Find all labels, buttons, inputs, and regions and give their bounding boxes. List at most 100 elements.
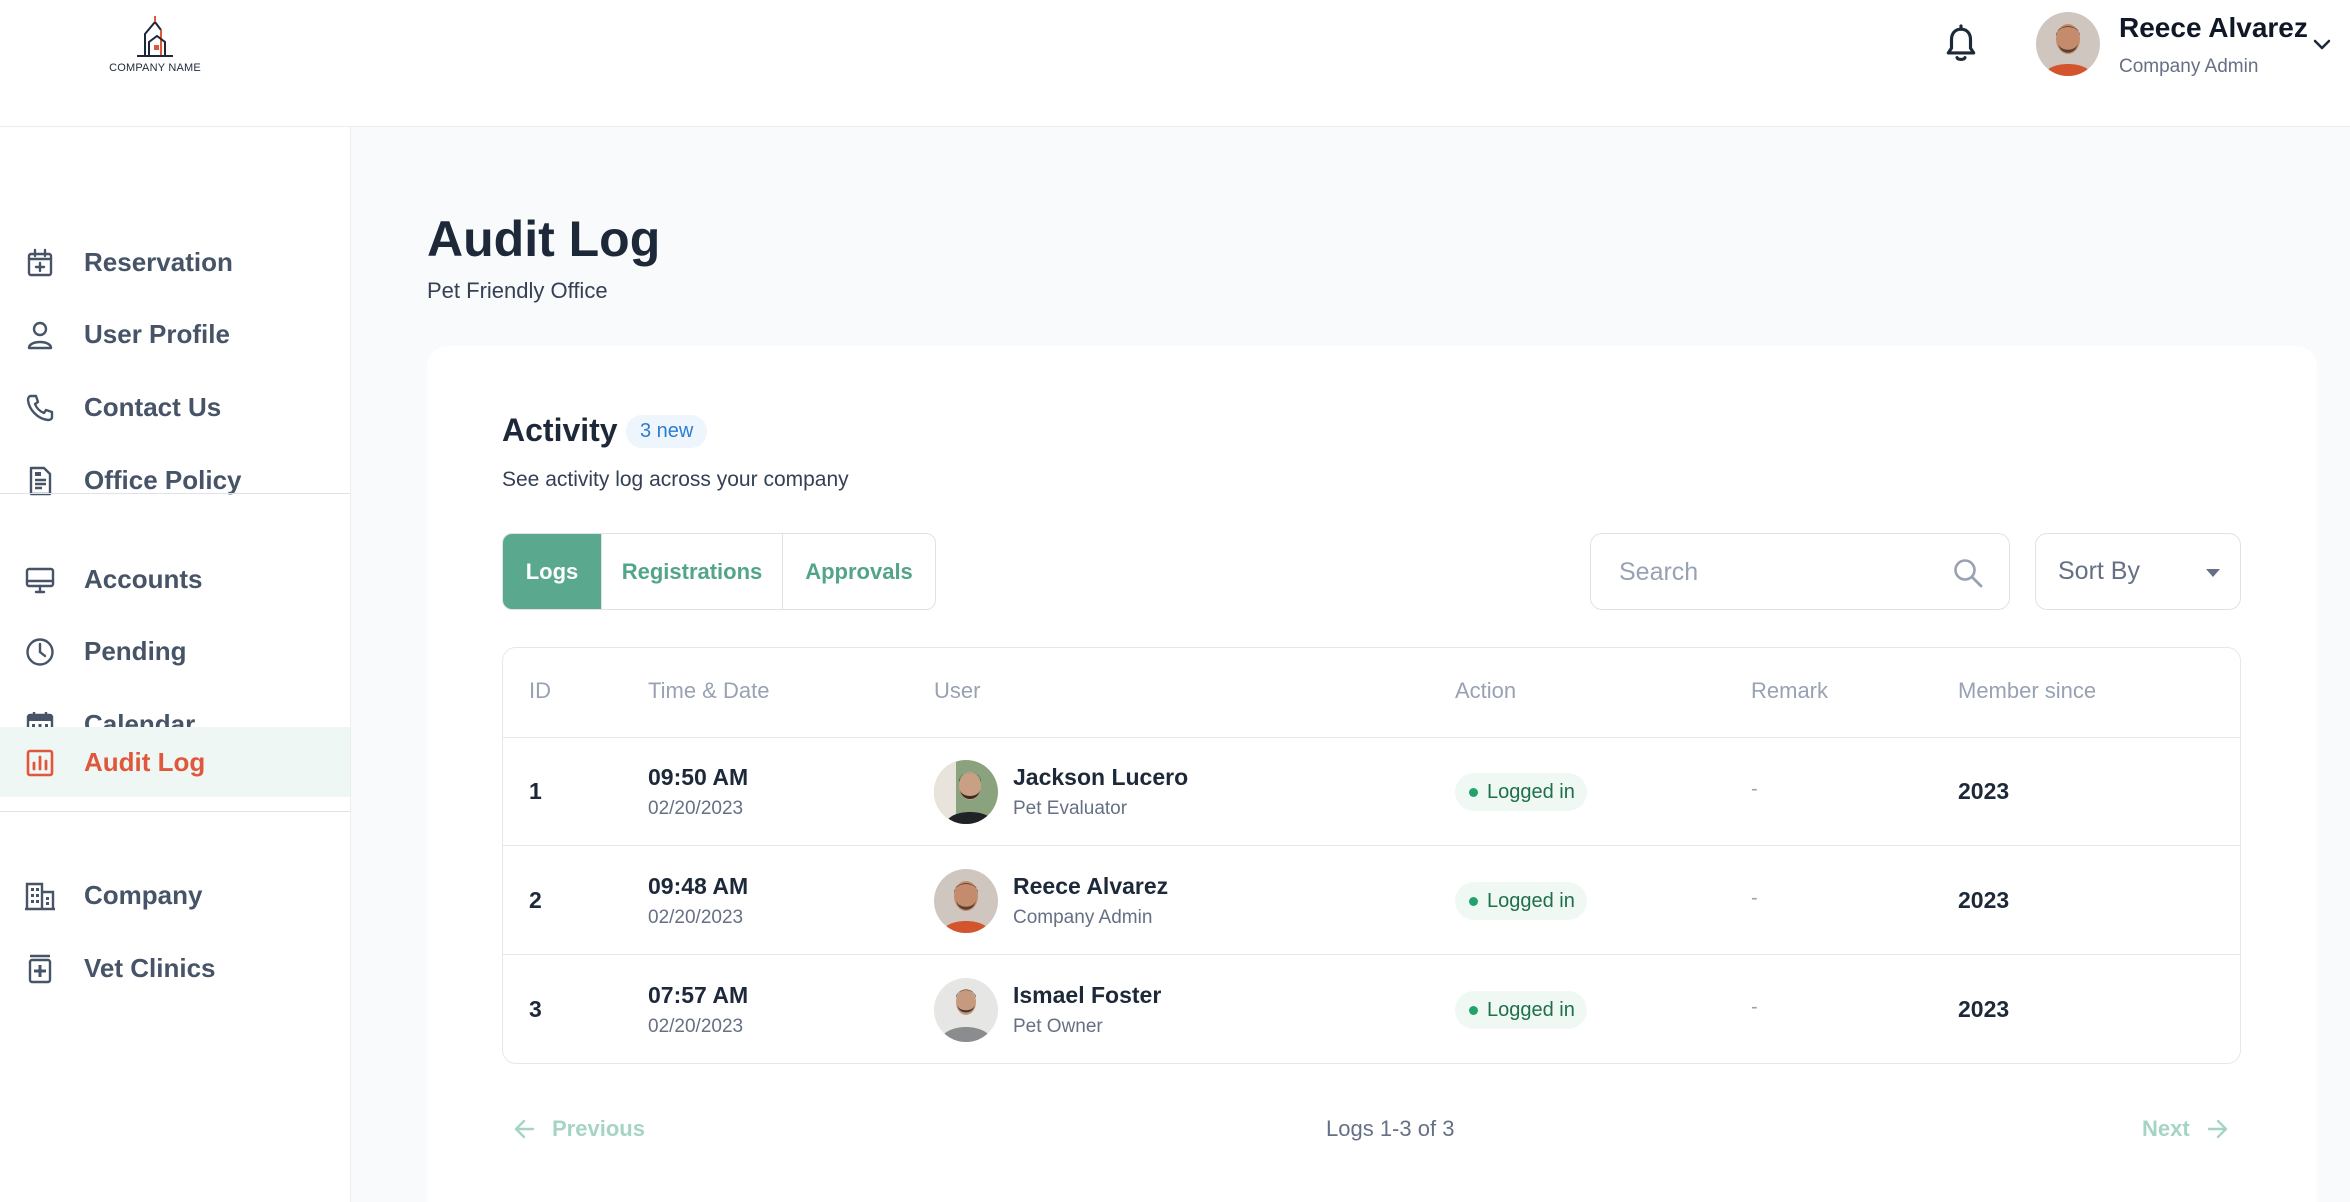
table-row[interactable]: 1 09:50 AM 02/20/2023 Jackson Lucero Pet… (503, 738, 2240, 846)
row-user-role: Pet Evaluator (1013, 798, 1128, 819)
row-member-since: 2023 (1958, 996, 2010, 1022)
sidebar-item-accounts[interactable]: Accounts (0, 544, 350, 614)
clock-icon (26, 638, 54, 666)
notification-bell-icon[interactable] (1942, 24, 1980, 66)
row-date: 02/20/2023 (648, 1016, 744, 1037)
column-header-remark[interactable]: Remark (1751, 678, 1828, 704)
sidebar-item-reservation[interactable]: Reservation (0, 227, 350, 297)
sidebar-item-company[interactable]: Company (0, 860, 350, 930)
row-remark: - (1751, 778, 1758, 800)
row-user-name[interactable]: Reece Alvarez (1013, 873, 1168, 900)
row-id: 2 (529, 887, 542, 913)
status-dot-icon (1469, 1006, 1478, 1015)
audit-log-table: ID Time & Date User Action Remark Member… (502, 647, 2241, 1064)
table-row[interactable]: 3 07:57 AM 02/20/2023 Ismael Foster Pet … (503, 956, 2240, 1063)
medical-icon (28, 954, 52, 984)
sidebar-item-label: Pending (84, 636, 187, 666)
row-id: 1 (529, 778, 542, 804)
table-row[interactable]: 2 09:48 AM 02/20/2023 Reece Alvarez Comp… (503, 847, 2240, 955)
sidebar-item-audit-log[interactable]: Audit Log (0, 727, 350, 797)
sidebar-item-pending[interactable]: Pending (0, 616, 350, 686)
row-remark: - (1751, 996, 1758, 1018)
user-avatar (934, 869, 998, 933)
sidebar-item-contact-us[interactable]: Contact Us (0, 372, 350, 442)
company-logo[interactable]: COMPANY NAME (105, 14, 205, 78)
sidebar-item-label: User Profile (84, 319, 230, 349)
search-icon[interactable] (1951, 556, 1985, 590)
activity-title: Activity (502, 412, 618, 448)
status-badge: Logged in (1455, 773, 1587, 811)
row-id: 3 (529, 996, 542, 1022)
pagination-summary: Logs 1-3 of 3 (1326, 1116, 1455, 1141)
previous-page-button[interactable]: Previous (512, 1112, 645, 1146)
logo-text: COMPANY NAME (109, 62, 201, 74)
activity-tabs: Logs Registrations Approvals (502, 533, 936, 610)
activity-subtitle: See activity log across your company (502, 468, 849, 491)
status-label: Logged in (1487, 890, 1575, 912)
new-count-badge: 3 new (626, 415, 708, 448)
row-member-since: 2023 (1958, 778, 2010, 804)
sidebar-item-vet-clinics[interactable]: Vet Clinics (0, 933, 350, 1003)
sort-by-label: Sort By (2058, 557, 2140, 585)
sort-by-dropdown[interactable]: Sort By (2035, 533, 2241, 610)
status-dot-icon (1469, 788, 1478, 797)
status-label: Logged in (1487, 781, 1575, 803)
page-title: Audit Log (427, 211, 661, 267)
row-remark: - (1751, 887, 1758, 909)
status-badge: Logged in (1455, 991, 1587, 1029)
user-icon (27, 321, 53, 350)
chevron-down-icon[interactable] (2310, 32, 2334, 56)
row-user-role: Company Admin (1013, 907, 1153, 928)
arrow-left-icon (514, 1119, 535, 1139)
bar-chart-icon (26, 749, 54, 777)
sidebar-item-label: Reservation (84, 247, 233, 277)
previous-label: Previous (552, 1116, 645, 1141)
column-header-action[interactable]: Action (1455, 678, 1516, 704)
search-input[interactable] (1619, 552, 1919, 592)
sidebar: Reservation User Profile Contact Us Offi… (0, 127, 351, 1202)
sidebar-item-user-profile[interactable]: User Profile (0, 299, 350, 369)
monitor-icon (25, 567, 55, 594)
row-time: 09:48 AM (648, 873, 749, 899)
row-user-role: Pet Owner (1013, 1016, 1103, 1037)
row-member-since: 2023 (1958, 887, 2010, 913)
tab-logs[interactable]: Logs (503, 534, 602, 609)
sidebar-item-label: Company (84, 880, 203, 910)
row-user-name[interactable]: Jackson Lucero (1013, 764, 1188, 791)
user-avatar (934, 760, 998, 824)
sidebar-item-label: Office Policy (84, 465, 242, 495)
column-header-time-date[interactable]: Time & Date (648, 678, 769, 704)
sidebar-item-label: Audit Log (84, 747, 206, 777)
user-avatar[interactable] (2036, 12, 2100, 76)
row-time: 09:50 AM (648, 764, 749, 790)
tab-approvals[interactable]: Approvals (783, 534, 935, 609)
top-header: COMPANY NAME Reece Alvarez Company Admin (0, 0, 2350, 127)
user-name[interactable]: Reece Alvarez (2119, 12, 2308, 44)
tab-registrations[interactable]: Registrations (602, 534, 783, 609)
sidebar-item-label: Contact Us (84, 392, 222, 422)
calendar-plus-icon (27, 248, 53, 277)
sidebar-item-label: Vet Clinics (84, 953, 216, 983)
user-role: Company Admin (2119, 56, 2259, 77)
column-header-user[interactable]: User (934, 678, 980, 704)
user-avatar (934, 978, 998, 1042)
next-label: Next (2142, 1116, 2190, 1141)
sidebar-divider (0, 811, 350, 812)
next-page-button[interactable]: Next (2142, 1112, 2230, 1146)
sidebar-item-office-policy[interactable]: Office Policy (0, 445, 350, 515)
status-label: Logged in (1487, 999, 1575, 1021)
search-box (1590, 533, 2010, 610)
row-time: 07:57 AM (648, 982, 749, 1008)
status-badge: Logged in (1455, 882, 1587, 920)
building-icon (25, 882, 55, 911)
status-dot-icon (1469, 897, 1478, 906)
phone-icon (26, 394, 54, 422)
row-date: 02/20/2023 (648, 907, 744, 928)
row-user-name[interactable]: Ismael Foster (1013, 982, 1161, 1009)
sidebar-item-label: Accounts (84, 564, 203, 594)
column-header-id[interactable]: ID (529, 678, 551, 704)
building-logo-icon (137, 16, 173, 57)
column-header-member-since[interactable]: Member since (1958, 678, 2096, 704)
table-header: ID Time & Date User Action Remark Member… (503, 648, 2240, 738)
arrow-right-icon (2207, 1119, 2227, 1139)
